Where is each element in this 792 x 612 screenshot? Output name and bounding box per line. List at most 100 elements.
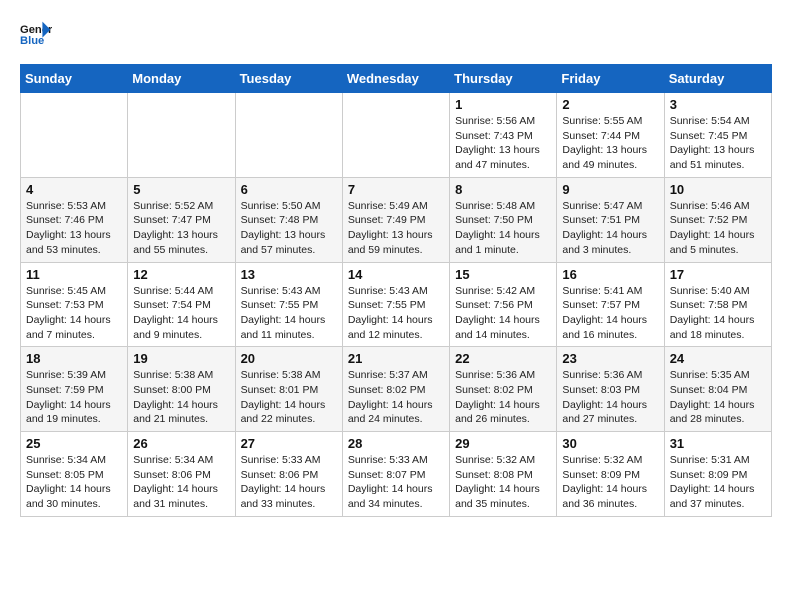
day-detail: Sunrise: 5:36 AMSunset: 8:02 PMDaylight:… [455,368,551,427]
day-number: 9 [562,182,658,197]
day-number: 20 [241,351,337,366]
calendar-table: SundayMondayTuesdayWednesdayThursdayFrid… [20,64,772,517]
col-header-saturday: Saturday [664,65,771,93]
calendar-cell [21,93,128,178]
day-detail: Sunrise: 5:55 AMSunset: 7:44 PMDaylight:… [562,114,658,173]
day-detail: Sunrise: 5:33 AMSunset: 8:06 PMDaylight:… [241,453,337,512]
calendar-cell: 18 Sunrise: 5:39 AMSunset: 7:59 PMDayligh… [21,347,128,432]
day-detail: Sunrise: 5:53 AMSunset: 7:46 PMDaylight:… [26,199,122,258]
calendar-header-row: SundayMondayTuesdayWednesdayThursdayFrid… [21,65,772,93]
calendar-week-3: 11 Sunrise: 5:45 AMSunset: 7:53 PMDayligh… [21,262,772,347]
calendar-cell: 31 Sunrise: 5:31 AMSunset: 8:09 PMDayligh… [664,432,771,517]
day-detail: Sunrise: 5:35 AMSunset: 8:04 PMDaylight:… [670,368,766,427]
calendar-cell: 9Sunrise: 5:47 AMSunset: 7:51 PMDaylight… [557,177,664,262]
calendar-cell: 20 Sunrise: 5:38 AMSunset: 8:01 PMDayligh… [235,347,342,432]
calendar-cell: 19Sunrise: 5:38 AMSunset: 8:00 PMDayligh… [128,347,235,432]
day-detail: Sunrise: 5:32 AMSunset: 8:08 PMDaylight:… [455,453,551,512]
calendar-cell [128,93,235,178]
col-header-friday: Friday [557,65,664,93]
day-number: 23 [562,351,658,366]
calendar-cell: 25 Sunrise: 5:34 AMSunset: 8:05 PMDayligh… [21,432,128,517]
calendar-cell [235,93,342,178]
day-detail: Sunrise: 5:46 AMSunset: 7:52 PMDaylight:… [670,199,766,258]
calendar-cell: 1 Sunrise: 5:56 AMSunset: 7:43 PMDaylight… [450,93,557,178]
day-number: 2 [562,97,658,112]
calendar-cell: 24 Sunrise: 5:35 AMSunset: 8:04 PMDayligh… [664,347,771,432]
day-detail: Sunrise: 5:52 AMSunset: 7:47 PMDaylight:… [133,199,229,258]
day-number: 21 [348,351,444,366]
day-number: 8 [455,182,551,197]
day-detail: Sunrise: 5:45 AMSunset: 7:53 PMDaylight:… [26,284,122,343]
day-detail: Sunrise: 5:37 AMSunset: 8:02 PMDaylight:… [348,368,444,427]
calendar-week-2: 4 Sunrise: 5:53 AMSunset: 7:46 PMDaylight… [21,177,772,262]
day-detail: Sunrise: 5:56 AMSunset: 7:43 PMDaylight:… [455,114,551,173]
day-number: 18 [26,351,122,366]
day-detail: Sunrise: 5:38 AMSunset: 8:01 PMDaylight:… [241,368,337,427]
day-detail: Sunrise: 5:42 AMSunset: 7:56 PMDaylight:… [455,284,551,343]
day-detail: Sunrise: 5:39 AMSunset: 7:59 PMDaylight:… [26,368,122,427]
day-number: 10 [670,182,766,197]
day-detail: Sunrise: 5:44 AMSunset: 7:54 PMDaylight:… [133,284,229,343]
day-detail: Sunrise: 5:43 AMSunset: 7:55 PMDaylight:… [241,284,337,343]
svg-text:Blue: Blue [20,35,44,47]
day-detail: Sunrise: 5:31 AMSunset: 8:09 PMDaylight:… [670,453,766,512]
day-number: 13 [241,267,337,282]
day-detail: Sunrise: 5:32 AMSunset: 8:09 PMDaylight:… [562,453,658,512]
day-number: 11 [26,267,122,282]
day-number: 12 [133,267,229,282]
calendar-cell: 26 Sunrise: 5:34 AMSunset: 8:06 PMDayligh… [128,432,235,517]
day-number: 27 [241,436,337,451]
day-detail: Sunrise: 5:40 AMSunset: 7:58 PMDaylight:… [670,284,766,343]
calendar-cell: 23Sunrise: 5:36 AMSunset: 8:03 PMDayligh… [557,347,664,432]
calendar-cell: 22 Sunrise: 5:36 AMSunset: 8:02 PMDayligh… [450,347,557,432]
day-number: 7 [348,182,444,197]
day-number: 31 [670,436,766,451]
calendar-cell: 30Sunrise: 5:32 AMSunset: 8:09 PMDayligh… [557,432,664,517]
calendar-cell: 4 Sunrise: 5:53 AMSunset: 7:46 PMDaylight… [21,177,128,262]
calendar-cell: 17Sunrise: 5:40 AMSunset: 7:58 PMDayligh… [664,262,771,347]
day-detail: Sunrise: 5:34 AMSunset: 8:06 PMDaylight:… [133,453,229,512]
calendar-cell: 11 Sunrise: 5:45 AMSunset: 7:53 PMDayligh… [21,262,128,347]
day-number: 15 [455,267,551,282]
calendar-cell: 8 Sunrise: 5:48 AMSunset: 7:50 PMDaylight… [450,177,557,262]
calendar-cell: 5 Sunrise: 5:52 AMSunset: 7:47 PMDaylight… [128,177,235,262]
day-number: 6 [241,182,337,197]
logo: General Blue [20,20,52,48]
day-detail: Sunrise: 5:54 AMSunset: 7:45 PMDaylight:… [670,114,766,173]
day-number: 25 [26,436,122,451]
calendar-cell: 29 Sunrise: 5:32 AMSunset: 8:08 PMDayligh… [450,432,557,517]
page-header: General Blue [20,20,772,48]
day-detail: Sunrise: 5:33 AMSunset: 8:07 PMDaylight:… [348,453,444,512]
day-number: 16 [562,267,658,282]
calendar-cell: 15 Sunrise: 5:42 AMSunset: 7:56 PMDayligh… [450,262,557,347]
day-number: 24 [670,351,766,366]
calendar-cell: 14 Sunrise: 5:43 AMSunset: 7:55 PMDayligh… [342,262,449,347]
calendar-cell [342,93,449,178]
col-header-sunday: Sunday [21,65,128,93]
calendar-cell: 3Sunrise: 5:54 AMSunset: 7:45 PMDaylight… [664,93,771,178]
day-number: 1 [455,97,551,112]
day-number: 14 [348,267,444,282]
calendar-cell: 12 Sunrise: 5:44 AMSunset: 7:54 PMDayligh… [128,262,235,347]
calendar-cell: 7Sunrise: 5:49 AMSunset: 7:49 PMDaylight… [342,177,449,262]
calendar-week-4: 18 Sunrise: 5:39 AMSunset: 7:59 PMDayligh… [21,347,772,432]
day-number: 4 [26,182,122,197]
calendar-cell: 21 Sunrise: 5:37 AMSunset: 8:02 PMDayligh… [342,347,449,432]
calendar-cell: 27 Sunrise: 5:33 AMSunset: 8:06 PMDayligh… [235,432,342,517]
day-detail: Sunrise: 5:48 AMSunset: 7:50 PMDaylight:… [455,199,551,258]
day-detail: Sunrise: 5:43 AMSunset: 7:55 PMDaylight:… [348,284,444,343]
col-header-thursday: Thursday [450,65,557,93]
logo-icon: General Blue [20,20,52,48]
day-detail: Sunrise: 5:34 AMSunset: 8:05 PMDaylight:… [26,453,122,512]
day-detail: Sunrise: 5:50 AMSunset: 7:48 PMDaylight:… [241,199,337,258]
day-number: 26 [133,436,229,451]
calendar-cell: 13 Sunrise: 5:43 AMSunset: 7:55 PMDayligh… [235,262,342,347]
day-number: 28 [348,436,444,451]
calendar-week-5: 25 Sunrise: 5:34 AMSunset: 8:05 PMDayligh… [21,432,772,517]
col-header-tuesday: Tuesday [235,65,342,93]
col-header-monday: Monday [128,65,235,93]
day-number: 29 [455,436,551,451]
day-number: 5 [133,182,229,197]
day-number: 22 [455,351,551,366]
day-number: 19 [133,351,229,366]
